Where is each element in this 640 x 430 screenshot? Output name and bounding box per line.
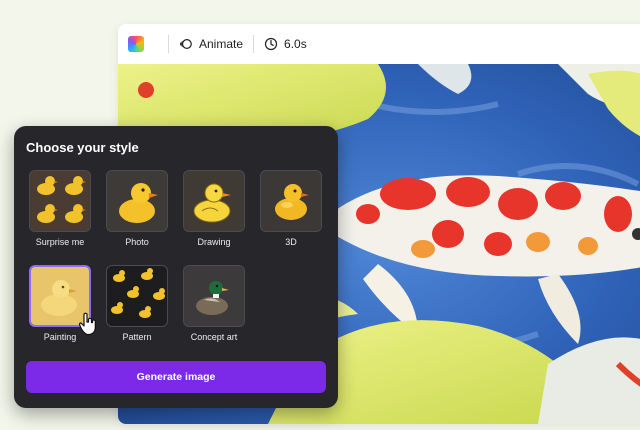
style-label: Pattern [122, 332, 152, 342]
color-swatch-icon[interactable] [128, 36, 144, 52]
toolbar-divider [168, 35, 169, 53]
editor-toolbar: Animate 6.0s [118, 24, 640, 64]
duration-button[interactable]: 6.0s [264, 37, 307, 51]
style-option-pattern[interactable]: Pattern [106, 265, 170, 342]
style-thumbnail [29, 170, 91, 232]
style-label: Photo [125, 237, 149, 247]
animate-button[interactable]: Animate [179, 37, 243, 51]
style-option-surprise-me[interactable]: Surprise me [29, 170, 93, 247]
duck-grid-image [30, 171, 90, 231]
duck-3d-image [261, 171, 321, 231]
style-thumbnail [183, 170, 245, 232]
duck-photo-image [107, 171, 167, 231]
mallard-concept-image [184, 266, 244, 326]
toolbar-divider [253, 35, 255, 53]
style-thumbnail [106, 265, 168, 327]
style-label: Drawing [197, 237, 231, 247]
animate-label: Animate [199, 37, 244, 51]
style-chooser-panel: Choose your style Surprise me Photo Draw… [14, 126, 338, 408]
style-label: Concept art [190, 332, 238, 342]
panel-title: Choose your style [26, 140, 139, 155]
style-option-drawing[interactable]: Drawing [183, 170, 247, 247]
duck-pattern-image [107, 266, 167, 326]
animate-icon [179, 39, 192, 49]
style-label: Surprise me [35, 237, 85, 247]
style-label: 3D [285, 237, 297, 247]
generate-image-button[interactable]: Generate image [26, 361, 326, 393]
hand-pointer-icon [78, 312, 96, 336]
style-thumbnail [260, 170, 322, 232]
clock-icon [264, 37, 278, 51]
style-option-photo[interactable]: Photo [106, 170, 170, 247]
style-thumbnail [106, 170, 168, 232]
style-option-3d[interactable]: 3D [260, 170, 324, 247]
duck-drawing-image [184, 171, 244, 231]
duration-label: 6.0s [284, 37, 307, 51]
style-option-concept-art[interactable]: Concept art [183, 265, 247, 342]
style-thumbnail [183, 265, 245, 327]
